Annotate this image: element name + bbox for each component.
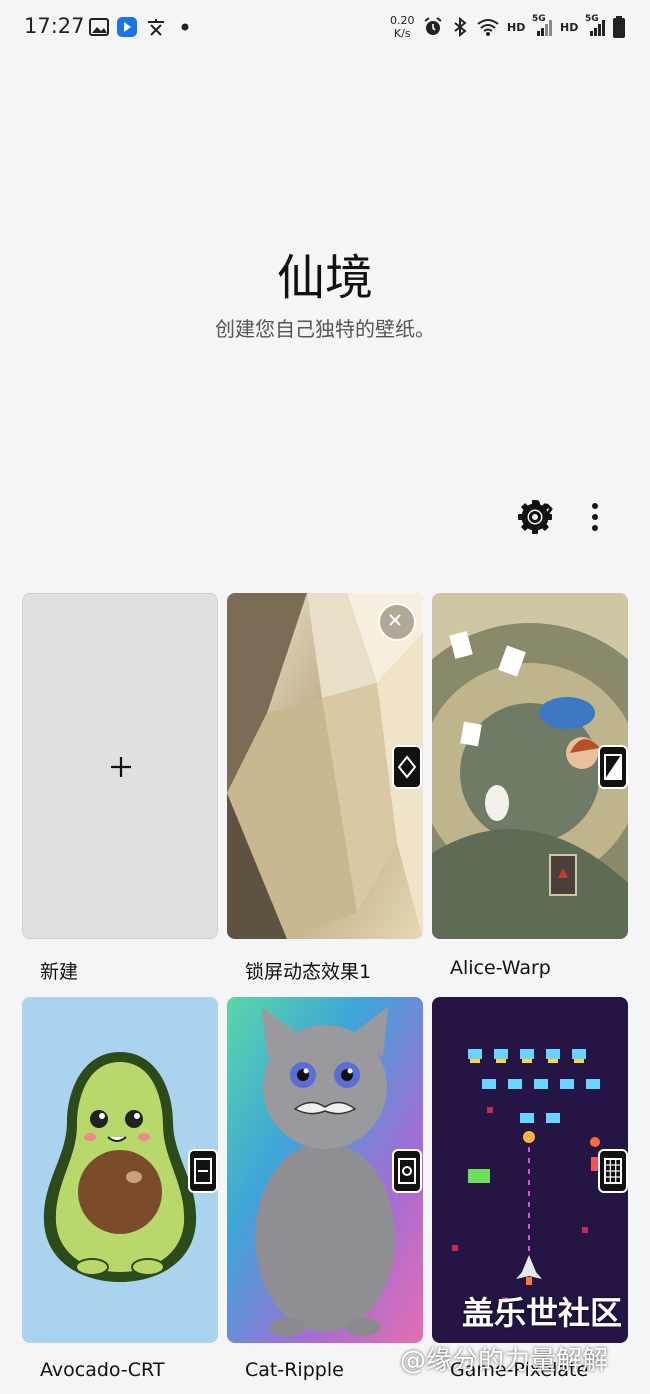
wallpaper-label-lockscreen: 锁屏动态效果1 xyxy=(245,961,372,983)
pixelate-effect-icon xyxy=(604,1158,622,1184)
more-vert-icon[interactable] xyxy=(584,500,606,534)
wallpaper-label-alice-warp: Alice-Warp xyxy=(450,957,551,979)
delete-wallpaper-button[interactable] xyxy=(378,603,416,641)
avocado-badge xyxy=(188,1149,218,1193)
hd-badge-1: HD xyxy=(507,21,526,34)
plus-icon xyxy=(111,757,131,777)
watermark-author: @缘分的力量解解 xyxy=(400,1346,609,1376)
wallpaper-label-new: 新建 xyxy=(40,961,79,983)
page-title: 仙境 xyxy=(276,250,373,306)
status-time: 17:27 xyxy=(24,14,85,38)
wallpaper-card-alice-warp[interactable] xyxy=(432,593,628,939)
bluetooth-icon xyxy=(454,16,467,38)
wallpaper-label-avocado-crt: Avocado-CRT xyxy=(40,1359,165,1381)
new-wallpaper-card[interactable] xyxy=(22,593,218,939)
translate-icon xyxy=(148,19,164,36)
contrast-effect-icon xyxy=(604,754,622,780)
ripple-effect-icon xyxy=(398,1158,416,1184)
hd-badge-2: HD xyxy=(560,21,579,34)
wifi-icon xyxy=(477,19,499,36)
page-subtitle: 创建您自己独特的壁纸。 xyxy=(215,317,435,341)
ripple-effect-icon xyxy=(397,755,417,779)
app-icon xyxy=(117,17,137,37)
alarm-icon xyxy=(424,17,442,35)
lockscreen-badge xyxy=(392,745,422,789)
wallpaper-card-cat-ripple[interactable] xyxy=(227,997,423,1343)
wallpaper-card-lockscreen[interactable] xyxy=(227,593,423,939)
signal-icon-1 xyxy=(537,20,552,36)
gallery-icon xyxy=(89,18,109,36)
signal-icon-2 xyxy=(590,20,605,36)
wallpaper-card-avocado-crt[interactable] xyxy=(22,997,218,1343)
alice-badge xyxy=(598,745,628,789)
cat-badge xyxy=(392,1149,422,1193)
crt-effect-icon xyxy=(194,1158,212,1184)
gear-icon[interactable] xyxy=(516,498,554,536)
watermark-community: 盖乐世社区 xyxy=(462,1294,623,1332)
battery-icon xyxy=(613,16,625,38)
net-speed: 0.20 K/s xyxy=(390,14,415,40)
game-badge xyxy=(598,1149,628,1193)
dot-icon xyxy=(181,23,189,31)
status-bar: 17:27 0.20 K/s HD 5G HD 5G xyxy=(0,0,650,58)
close-icon xyxy=(389,614,401,626)
wallpaper-label-cat-ripple: Cat-Ripple xyxy=(245,1359,344,1381)
